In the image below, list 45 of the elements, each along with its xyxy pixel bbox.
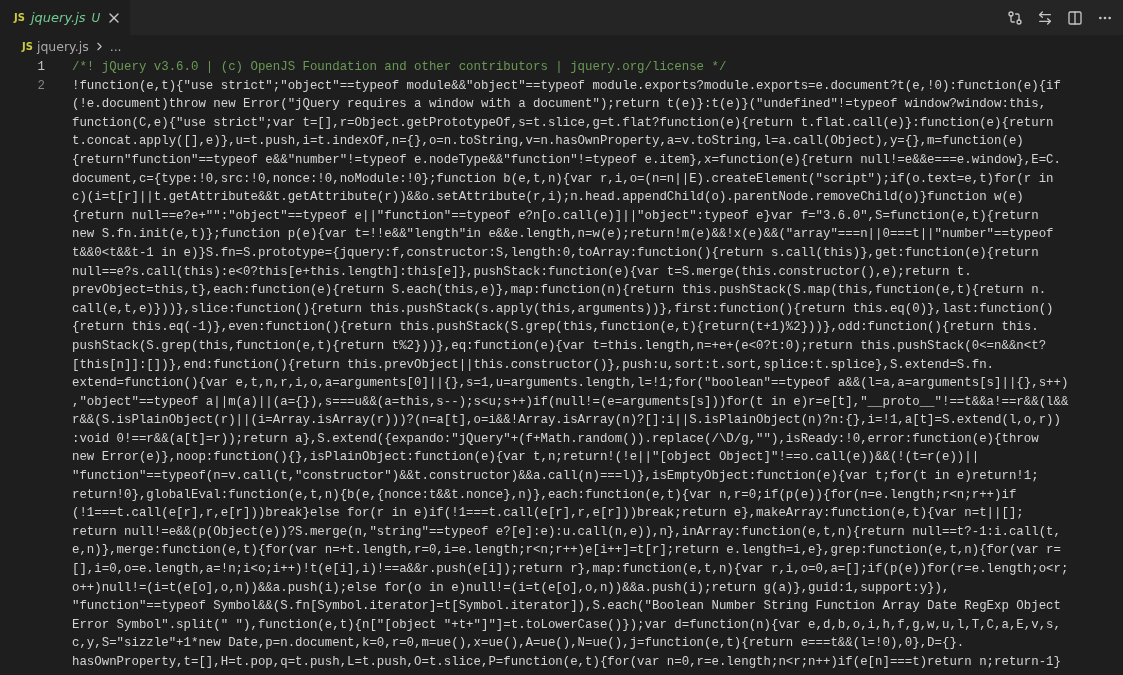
code-line: prevObject=this,t},each:function(e){return S.each(this,e)},map:function(n){return this.pushStack(S.map(this,function(e,t){return n. <box>72 282 1048 300</box>
code-line: "function"==typeof Symbol&&(S.fn[Symbol.iterator]=t[Symbol.iterator]),S.each("Boolean Number String Function Array Date RegExp Object <box>72 598 1062 616</box>
code-line: r&&(S.isPlainObject(r)||(i=Array.isArray(r)))?(n=a[t],o=i&&!Array.isArray(n)?[]:i||S.isPlainObject(n)?n:{},i=!1,a[t]=S.extend(l,o,r)) <box>72 412 1062 430</box>
code-line: null==e?s.call(this):e<0?this[e+this.length]:this[e]},pushStack:function(e){var t=S.merge(this.constructor(),e);return t. <box>72 263 973 281</box>
code-line: c)(i=t[r]||t.getAttribute&&t.getAttribute(r))&&o.setAttribute(r,i);n.head.appendChild(o).parentNode.removeChild(o)}function w(e) <box>72 189 1025 207</box>
code-line: hasOwnProperty,t=[],H=t.pop,q=t.push,L=t.push,O=t.slice,P=function(e,t){for(var n=0,r=e.length;n<r;n++)if(e[n]===t)return n;return-1} <box>72 654 1062 671</box>
code-line: {return null==e?e+"":"object"==typeof e||"function"==typeof e?n[o.call(e)]||"object":typeof e}var f="3.6.0",S=function(e,t){return <box>72 207 1040 225</box>
swap-icon[interactable] <box>1037 9 1053 26</box>
code-line: return!0},globalEval:function(e,t,n){b(e,{nonce:t&&t.nonce},n)},each:function(e,t){var n,r=0;if(p(e)){for(n=e.length;r<n;r++)if <box>72 486 1018 504</box>
code-line: :void 0!==r&&(a[t]=r));return a},S.extend({expando:"jQuery"+(f+Math.random()).replace(/\D/g,""),isReady:!0,error:function(e){throw <box>72 430 1040 448</box>
code-line: e,n)},merge:function(e,t){for(var n=+t.length,r=0,i=e.length;r<n;r++)e[i++]=t[r];return e.length=i,e},grep:function(e,t,n){for(var r= <box>72 542 1062 560</box>
code-line: (!e.document)throw new Error("jQuery requires a window with a document");return t(e)}:t(e)}("undefined"!=typeof window?window:this, <box>72 96 1048 114</box>
file-type-label: JS <box>14 12 25 23</box>
split-editor-icon[interactable] <box>1067 9 1083 26</box>
code-line: [],i=0,o=e.length,a=!n;i<o;i++)!t(e[i],i)!==a&&r.push(e[i]);return r},map:function(e,t,n){var r,i,o=0,a=[];if(p(e))for(r=e.length;o<r; <box>72 561 1069 579</box>
code-line: return null!=e&&(p(Object(e))?S.merge(n,"string"==typeof e?[e]:e):u.call(n,e)),n},inArray:function(e,t,n){return null==t?-1:i.call(t, <box>72 523 1062 541</box>
line-number: 1 <box>36 59 45 76</box>
breadcrumb-item[interactable]: jquery.js <box>36 38 89 54</box>
code-line: t.concat.apply([],e)},u=t.push,i=t.indexOf,n={},o=n.toString,v=n.hasOwnProperty,a=v.toString,l=a.call(Object),y={},m=function(e) <box>72 133 1025 151</box>
tab-name: jquery.js <box>30 10 86 25</box>
code-line: extend=function(){var e,t,n,r,i,o,a=arguments[0]||{},s=1,u=arguments.length,l=!1;for("boolean"==typeof a&&(l=a,a=arguments[s]||{},s++) <box>72 375 1069 393</box>
code-line: ,"object"==typeof a||m(a)||(a={}),s===u&&(a=this,s--);s<u;s++)if(null!=(e=arguments[s]))for(t in e)r=e[t],"__proto__"!==t&&a!==r&&(l&& <box>72 393 1069 411</box>
code-line: function(C,e){"use strict";var t=[],r=Object.getPrototypeOf,s=t.slice,g=t.flat?function(e){return t.flat.call(e)}:function(e){return <box>72 114 1055 132</box>
line-number: 2 <box>36 77 45 95</box>
git-status: U <box>91 10 101 25</box>
code-line: document,c={type:!0,src:!0,nonce:!0,noModule:!0};function b(e,t,n){var r,i,o=(n=n||E).createElement("script");if(o.text=e,t)for(r in <box>72 170 1055 188</box>
code-line: call(e,t,e)}))},slice:function(){return this.pushStack(s.apply(this,arguments))},first:function(){return this.eq(0)},last:function() <box>72 300 1055 318</box>
code-line: t&&0<t&&t-1 in e)}S.fn=S.prototype={jquery:f,constructor:S,length:0,toArray:function(){return s.call(this)},get:function(e){return <box>72 244 1040 262</box>
code-comment: /*! jQuery v3.6.0 | (c) OpenJS Foundation and other contributors | jquery.org/license */ <box>72 59 727 76</box>
code-line: Error Symbol".split(" "),function(e,t){n["[object "+t+"]"]=t.toLowerCase()});var d=function(n){var e,d,b,o,i,h,f,g,w,u,l,T,C,a,E,v,s, <box>72 616 1062 634</box>
code-line: o++)null!=(i=t(e[o],o,n))&&a.push(i);else for(o in e)null!=(i=t(e[o],o,n))&&a.push(i);return g(a)},guid:1,support:y}), <box>72 579 951 597</box>
code-line: new S.fn.init(e,t)};function p(e){var t=!!e&&"length"in e&&e.length,n=w(e);return!m(e)&&!x(e)&&("array"===n||0===t||"number"==typeof <box>72 226 1055 244</box>
file-type-label: JS <box>22 40 33 52</box>
code-line: (!1===t.call(e[r],r,e[r]))break}else for(r in e)if(!1===t.call(e[r],r,e[r]))break;return e},makeArray:function(e,t){var n=t||[]; <box>72 505 1025 523</box>
code-line: "function"==typeof(n=v.call(t,"constructor")&&t.constructor)&&a.call(n)===l)},isEmptyObject:function(e){var t;for(t in e)return!1; <box>72 468 1040 486</box>
code-line: pushStack(S.grep(this,function(e,t){return t%2}))},eq:function(e){var t=this.length,n=+e+(e<0?t:0);return this.pushStack(0<=n&&n<t? <box>72 337 1048 355</box>
code-line: c,y,S="sizzle"+1*new Date,p=n.document,k=0,r=0,m=ue(),x=ue(),A=ue(),N=ue(),j=function(e,t){return e===t&&(l=!0),0},D={}. <box>72 635 966 653</box>
breadcrumb-item[interactable]: ... <box>109 38 122 54</box>
compare-changes-icon[interactable] <box>1007 9 1023 26</box>
code-line: {return"function"==typeof e&&"number"!=typeof e.nodeType&&"function"!=typeof e.item},x=function(e){return null!=e&&e===e.window},E=C. <box>72 151 1062 169</box>
code-line: new Error(e)},noop:function(){},isPlainObject:function(e){var t,n;return!(!e||"[object Object]"!==o.call(e))&&(!(t=r(e))|| <box>72 449 981 467</box>
file-tab[interactable]: JS jquery.js U <box>0 0 131 35</box>
code-line: {return this.eq(-1)},even:function(){return this.pushStack(S.grep(this,function(e,t){return(t+1)%2}))},odd:function(){return this. <box>72 319 1040 337</box>
code-line: [this[n]]:[])},end:function(){return this.prevObject||this.constructor()},push:u,sort:t.sort,splice:t.splice},S.extend=S.fn. <box>72 356 995 374</box>
code-line: !function(e,t){"use strict";"object"==typeof module&&"object"==typeof module.exports?module.exports=e.document?t(e,!0):function(e){if <box>72 77 1062 95</box>
